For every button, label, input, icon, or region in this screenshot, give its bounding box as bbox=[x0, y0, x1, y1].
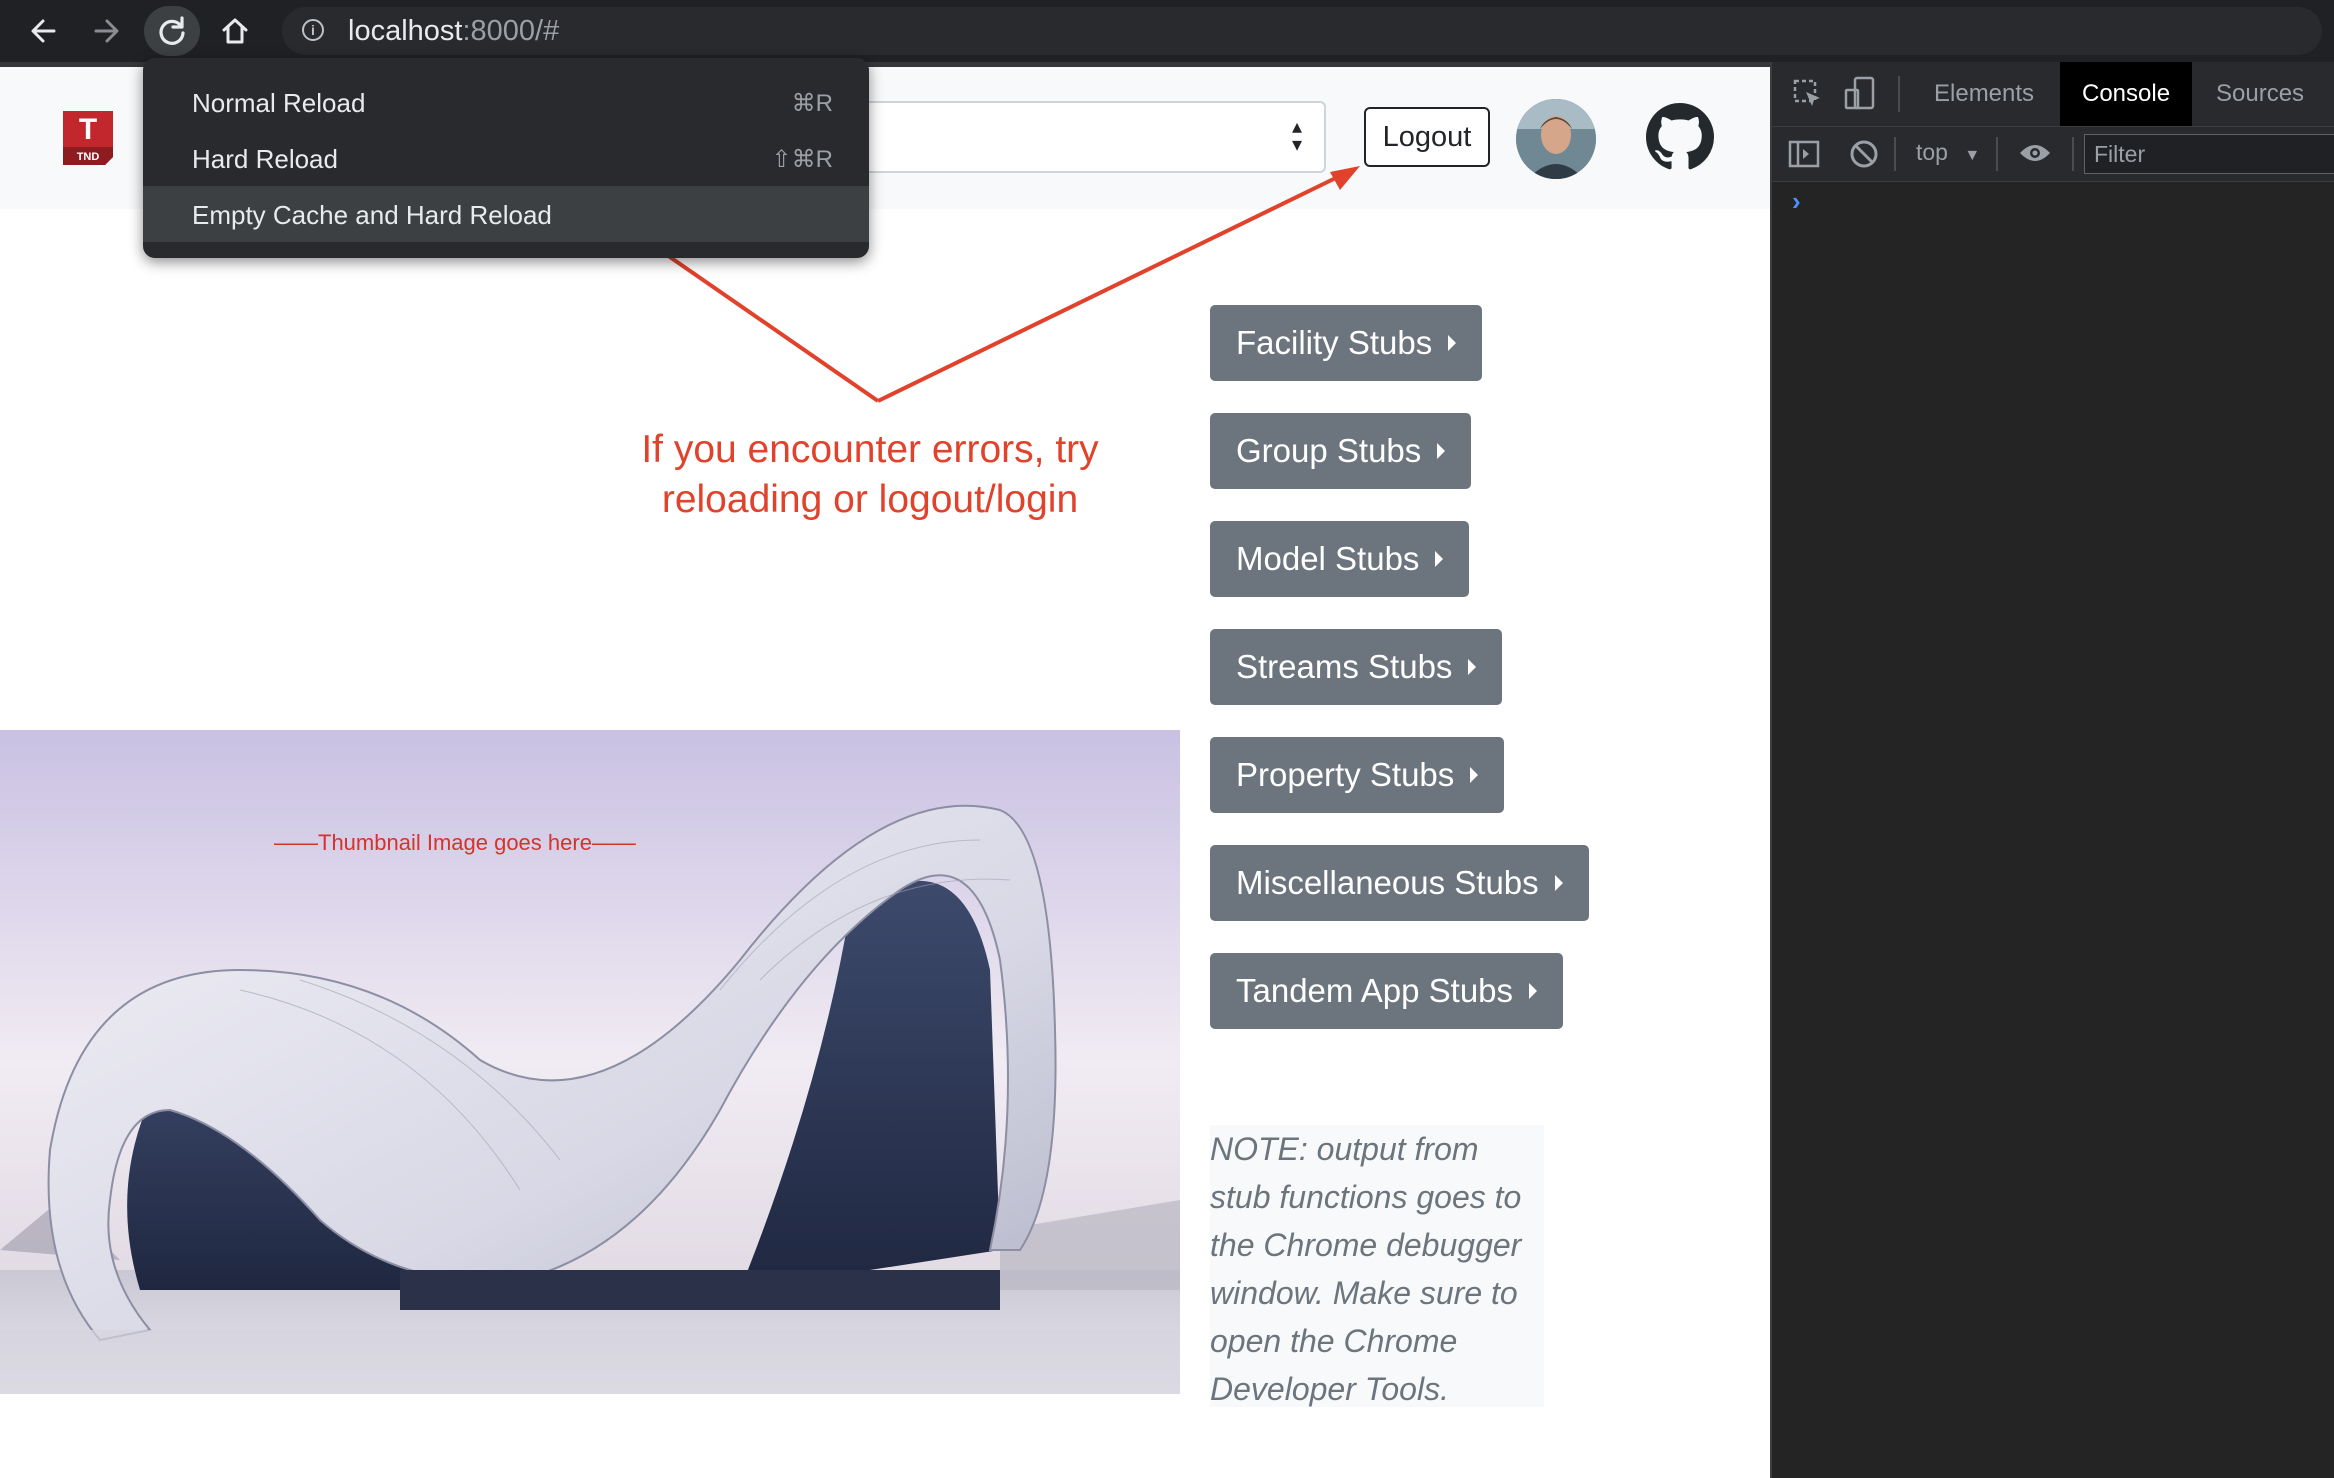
reload-icon bbox=[159, 16, 185, 45]
button-label: Streams Stubs bbox=[1236, 648, 1453, 685]
caret-right-icon bbox=[1437, 443, 1446, 460]
button-label: Miscellaneous Stubs bbox=[1236, 864, 1539, 901]
streams-stubs-button[interactable]: Streams Stubs bbox=[1210, 629, 1503, 705]
eye-icon[interactable] bbox=[2018, 141, 2052, 170]
dropdown-triangle-icon: ▼ bbox=[1964, 147, 1981, 164]
toolbar-divider bbox=[1898, 76, 1900, 112]
thumbnail-image: ——Thumbnail Image goes here—— bbox=[0, 730, 1180, 1394]
console-toolbar: top ▼ Filter bbox=[1772, 127, 2334, 182]
menu-item-shortcut: ⇧⌘R bbox=[771, 146, 833, 173]
tab-sources[interactable]: Sources bbox=[2216, 62, 2304, 126]
avatar-photo bbox=[1516, 99, 1596, 179]
web-page: T TND ▴ ▾ Logout Facility Stubs Group Stu… bbox=[0, 67, 1770, 1478]
menu-item-hard-reload[interactable]: Hard Reload ⇧⌘R bbox=[143, 130, 869, 186]
home-button[interactable] bbox=[208, 6, 262, 56]
console-prompt[interactable]: › bbox=[1792, 186, 1801, 217]
menu-item-shortcut: ⌘R bbox=[791, 90, 833, 117]
arrow-right-icon bbox=[94, 19, 119, 43]
error-hint-annotation: If you encounter errors, try reloading o… bbox=[641, 428, 1099, 521]
menu-item-empty-cache-hard-reload[interactable]: Empty Cache and Hard Reload bbox=[143, 186, 869, 242]
caret-right-icon bbox=[1468, 659, 1477, 676]
home-icon bbox=[222, 18, 248, 44]
property-stubs-button[interactable]: Property Stubs bbox=[1210, 737, 1505, 813]
menu-item-label: Hard Reload bbox=[192, 144, 338, 174]
caret-right-icon bbox=[1448, 335, 1457, 352]
browser-toolbar: i localhost:8000/# bbox=[0, 0, 2334, 62]
toolbar-divider bbox=[1996, 137, 1998, 171]
url-path: :8000/# bbox=[462, 15, 560, 47]
toolbar-divider bbox=[1894, 137, 1896, 171]
select-arrows-icon: ▴ ▾ bbox=[1291, 116, 1302, 156]
facility-stubs-button[interactable]: Facility Stubs bbox=[1210, 305, 1483, 381]
caret-right-icon bbox=[1435, 551, 1444, 568]
devtools-panel: Elements Console Sources top ▼ Filter › bbox=[1770, 62, 2334, 1478]
tab-console[interactable]: Console bbox=[2060, 62, 2193, 126]
menu-item-label: Normal Reload bbox=[192, 88, 366, 118]
group-stubs-button[interactable]: Group Stubs bbox=[1210, 413, 1472, 489]
reload-button[interactable] bbox=[144, 6, 200, 56]
url-host: localhost bbox=[348, 15, 463, 47]
caret-right-icon bbox=[1470, 767, 1479, 784]
logout-button[interactable]: Logout bbox=[1364, 107, 1490, 167]
button-label: Model Stubs bbox=[1236, 540, 1420, 577]
button-label: Property Stubs bbox=[1236, 756, 1455, 793]
back-button[interactable] bbox=[16, 6, 70, 56]
caret-right-icon bbox=[1554, 875, 1563, 892]
sidebar-toggle-icon[interactable] bbox=[1788, 139, 1820, 174]
console-filter-input[interactable]: Filter bbox=[2084, 134, 2334, 174]
device-toolbar-icon[interactable] bbox=[1844, 76, 1876, 117]
reload-context-menu: Normal Reload ⌘R Hard Reload ⇧⌘R Empty C… bbox=[143, 58, 869, 258]
address-bar[interactable]: i localhost:8000/# bbox=[282, 7, 2322, 55]
tandem-logo[interactable]: T TND bbox=[59, 107, 117, 167]
info-icon[interactable]: i bbox=[302, 19, 324, 41]
menu-item-normal-reload[interactable]: Normal Reload ⌘R bbox=[143, 74, 869, 130]
user-avatar[interactable] bbox=[1516, 99, 1596, 179]
forward-button[interactable] bbox=[80, 6, 134, 56]
logo-letter: T bbox=[79, 113, 97, 146]
devtools-tabbar: Elements Console Sources bbox=[1772, 62, 2334, 127]
context-label: top bbox=[1916, 139, 1948, 165]
thumbnail-caption: ——Thumbnail Image goes here—— bbox=[274, 830, 636, 855]
tandem-app-stubs-button[interactable]: Tandem App Stubs bbox=[1210, 953, 1564, 1029]
context-selector[interactable]: top ▼ bbox=[1916, 139, 1980, 166]
button-label: Facility Stubs bbox=[1236, 324, 1433, 361]
toolbar-divider bbox=[2072, 137, 2074, 171]
arrow-left-icon bbox=[31, 19, 56, 43]
button-label: Tandem App Stubs bbox=[1236, 972, 1514, 1009]
debugger-note: NOTE: output from stub functions goes to… bbox=[1210, 1125, 1544, 1407]
menu-item-label: Empty Cache and Hard Reload bbox=[192, 200, 552, 230]
inspect-element-icon[interactable] bbox=[1792, 78, 1824, 115]
miscellaneous-stubs-button[interactable]: Miscellaneous Stubs bbox=[1210, 845, 1589, 921]
button-label: Group Stubs bbox=[1236, 432, 1422, 469]
caret-right-icon bbox=[1529, 983, 1538, 1000]
logo-subtext: TND bbox=[77, 151, 100, 163]
github-icon[interactable] bbox=[1646, 103, 1714, 171]
url-text: localhost:8000/# bbox=[348, 15, 559, 48]
clear-console-icon[interactable] bbox=[1848, 138, 1880, 175]
model-stubs-button[interactable]: Model Stubs bbox=[1210, 521, 1470, 597]
tab-elements[interactable]: Elements bbox=[1934, 62, 2034, 126]
